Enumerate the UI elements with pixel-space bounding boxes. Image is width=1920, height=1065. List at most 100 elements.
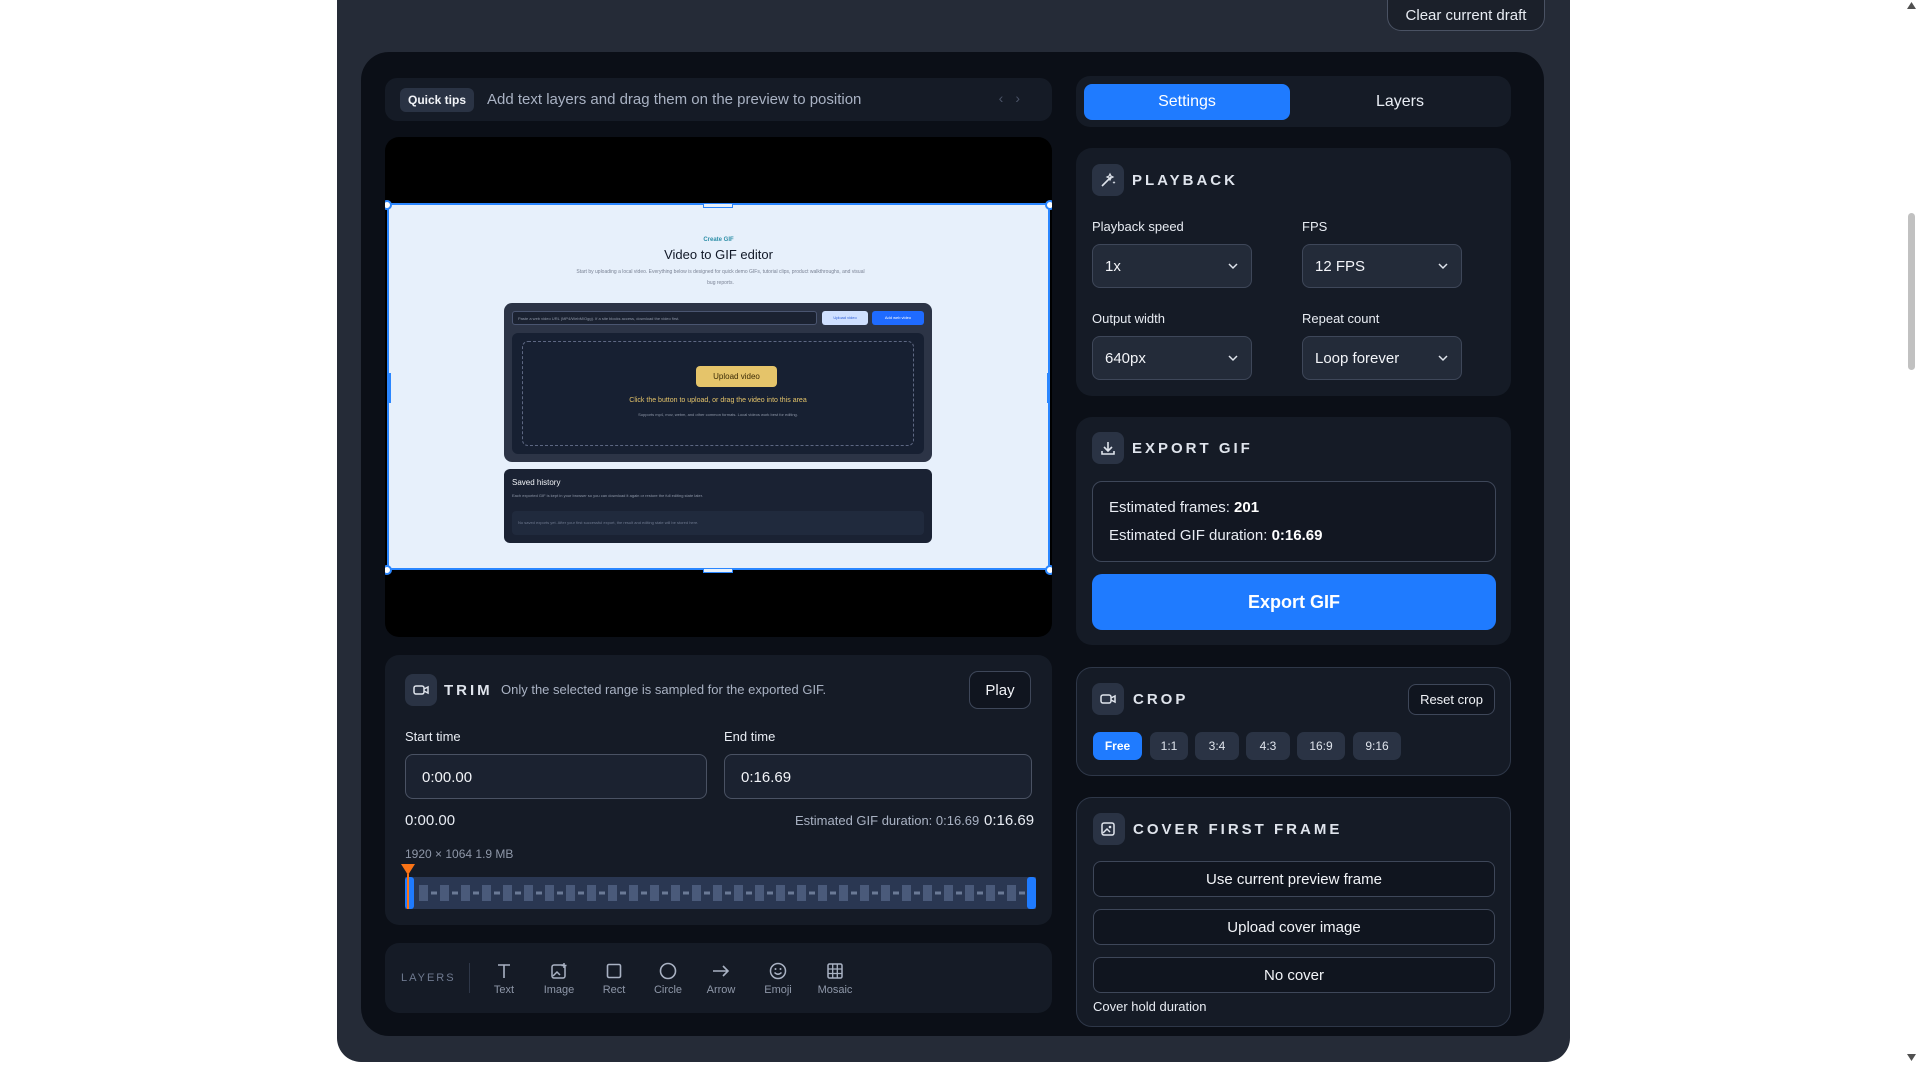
waveform-block: [650, 885, 659, 901]
waveform-block: [956, 891, 962, 895]
waveform-block: [914, 891, 920, 895]
settings-tabs: Settings Layers: [1076, 76, 1511, 127]
waveform-block: [839, 885, 848, 901]
waveform-block: [944, 885, 953, 901]
play-button[interactable]: Play: [969, 671, 1031, 709]
waveform-block: [440, 885, 449, 901]
waveform-block: [461, 885, 470, 901]
crop-handle-top[interactable]: [703, 203, 733, 208]
video-meta: 1920 × 1064 1.9 MB: [405, 847, 514, 861]
grid-icon: [827, 963, 843, 979]
waveform-block: [473, 891, 479, 895]
ratio-16-9[interactable]: 16:9: [1297, 732, 1345, 760]
preview-drop-hint: Supports mp4, mov, webm, and other commo…: [638, 412, 798, 417]
trim-timeline[interactable]: [401, 864, 1036, 909]
repeat-count-select[interactable]: Loop forever: [1302, 336, 1462, 380]
waveform-block: [986, 885, 995, 901]
fps-select[interactable]: 12 FPS: [1302, 244, 1462, 288]
quick-tips-badge: Quick tips: [400, 87, 475, 112]
export-gif-button[interactable]: Export GIF: [1092, 574, 1496, 630]
layers-divider: [469, 963, 470, 993]
crop-handle-left[interactable]: [388, 373, 391, 403]
waveform-block: [503, 885, 512, 901]
preview-history-sub: Each exported GIF is kept in your browse…: [512, 493, 703, 498]
tab-layers[interactable]: Layers: [1297, 84, 1503, 120]
current-time: 0:00.00: [405, 812, 456, 829]
video-preview[interactable]: Create GIF Video to GIF editor Start by …: [385, 137, 1052, 637]
tool-label: Circle: [653, 984, 683, 996]
start-time-input[interactable]: 0:00.00: [405, 754, 707, 799]
waveform-block: [587, 885, 596, 901]
waveform-block: [767, 891, 773, 895]
add-rect-layer-button[interactable]: Rect: [589, 961, 639, 1003]
text-icon: [498, 964, 510, 978]
estimated-frames-value: 201: [1234, 499, 1260, 516]
add-circle-layer-button[interactable]: Circle: [643, 961, 693, 1003]
add-image-layer-button[interactable]: Image: [534, 961, 584, 1003]
scroll-down-icon[interactable]: [1907, 1054, 1916, 1061]
ratio-9-16[interactable]: 9:16: [1353, 732, 1401, 760]
reset-crop-button[interactable]: Reset crop: [1408, 684, 1495, 715]
add-text-layer-button[interactable]: Text: [479, 961, 529, 1003]
start-time-label: Start time: [405, 729, 461, 744]
waveform-block: [629, 885, 638, 901]
output-width-value: 640px: [1105, 350, 1146, 367]
tab-settings[interactable]: Settings: [1084, 84, 1290, 120]
waveform-block: [860, 885, 869, 901]
playhead-marker[interactable]: [401, 864, 415, 909]
waveform-block: [977, 891, 983, 895]
preview-drop-text: Click the button to upload, or drag the …: [629, 397, 807, 404]
waveform-block: [872, 891, 878, 895]
video-camera-icon: [1092, 683, 1124, 715]
upload-cover-button[interactable]: Upload cover image: [1093, 909, 1495, 945]
next-tip-button[interactable]: ›: [1015, 90, 1032, 106]
magic-wand-icon: [1092, 164, 1124, 196]
crop-handle-bottom-left[interactable]: [385, 565, 392, 575]
layers-toolbar: LAYERS Text Image Rect Circle Arrow Emoj…: [385, 943, 1052, 1013]
quick-tips-bar: Quick tips Add text layers and drag them…: [385, 78, 1052, 121]
use-current-frame-button[interactable]: Use current preview frame: [1093, 861, 1495, 897]
ratio-4-3[interactable]: 4:3: [1246, 732, 1290, 760]
add-emoji-layer-button[interactable]: Emoji: [753, 961, 803, 1003]
crop-selection[interactable]: Create GIF Video to GIF editor Start by …: [387, 203, 1050, 570]
waveform-block: [452, 891, 458, 895]
output-width-select[interactable]: 640px: [1092, 336, 1252, 380]
scrollbar-thumb[interactable]: [1908, 213, 1915, 370]
page-scrollbar[interactable]: [1903, 0, 1920, 1065]
waveform-block: [1019, 891, 1025, 895]
no-cover-button[interactable]: No cover: [1093, 957, 1495, 993]
end-time-input[interactable]: 0:16.69: [724, 754, 1032, 799]
estimated-frames: Estimated frames: 201: [1109, 499, 1259, 516]
waveform-block: [851, 891, 857, 895]
playback-speed-select[interactable]: 1x: [1092, 244, 1252, 288]
waveform-block: [431, 891, 437, 895]
repeat-count-value: Loop forever: [1315, 350, 1400, 367]
tool-label: Text: [493, 984, 515, 996]
preview-title: Video to GIF editor: [664, 247, 773, 262]
clear-draft-button[interactable]: Clear current draft: [1387, 0, 1545, 31]
add-arrow-layer-button[interactable]: Arrow: [696, 961, 746, 1003]
crop-handle-right[interactable]: [1047, 373, 1050, 403]
rectangle-icon: [606, 963, 622, 979]
layers-toolbar-title: LAYERS: [401, 972, 456, 984]
crop-handle-top-right[interactable]: [1045, 200, 1052, 210]
ratio-3-4[interactable]: 3:4: [1195, 732, 1239, 760]
quick-tip-text: Add text layers and drag them on the pre…: [487, 91, 862, 108]
waveform-block: [893, 891, 899, 895]
preview-subtitle: Start by uploading a local video. Everyt…: [576, 269, 865, 286]
chevron-down-icon: [1438, 355, 1448, 362]
tool-label: Image: [543, 984, 575, 996]
scroll-up-icon[interactable]: [1907, 2, 1916, 9]
waveform-block: [809, 891, 815, 895]
waveform-block: [578, 891, 584, 895]
trim-end-handle[interactable]: [1027, 877, 1036, 909]
ratio-free[interactable]: Free: [1093, 732, 1142, 760]
ratio-1-1[interactable]: 1:1: [1150, 732, 1188, 760]
playback-speed-value: 1x: [1105, 258, 1121, 275]
crop-handle-bottom-right[interactable]: [1045, 565, 1052, 575]
cover-hold-duration-label: Cover hold duration: [1093, 999, 1207, 1014]
prev-tip-button[interactable]: ‹: [999, 90, 1016, 106]
crop-handle-bottom[interactable]: [703, 568, 733, 573]
add-mosaic-layer-button[interactable]: Mosaic: [810, 961, 860, 1003]
output-width-label: Output width: [1092, 311, 1165, 326]
